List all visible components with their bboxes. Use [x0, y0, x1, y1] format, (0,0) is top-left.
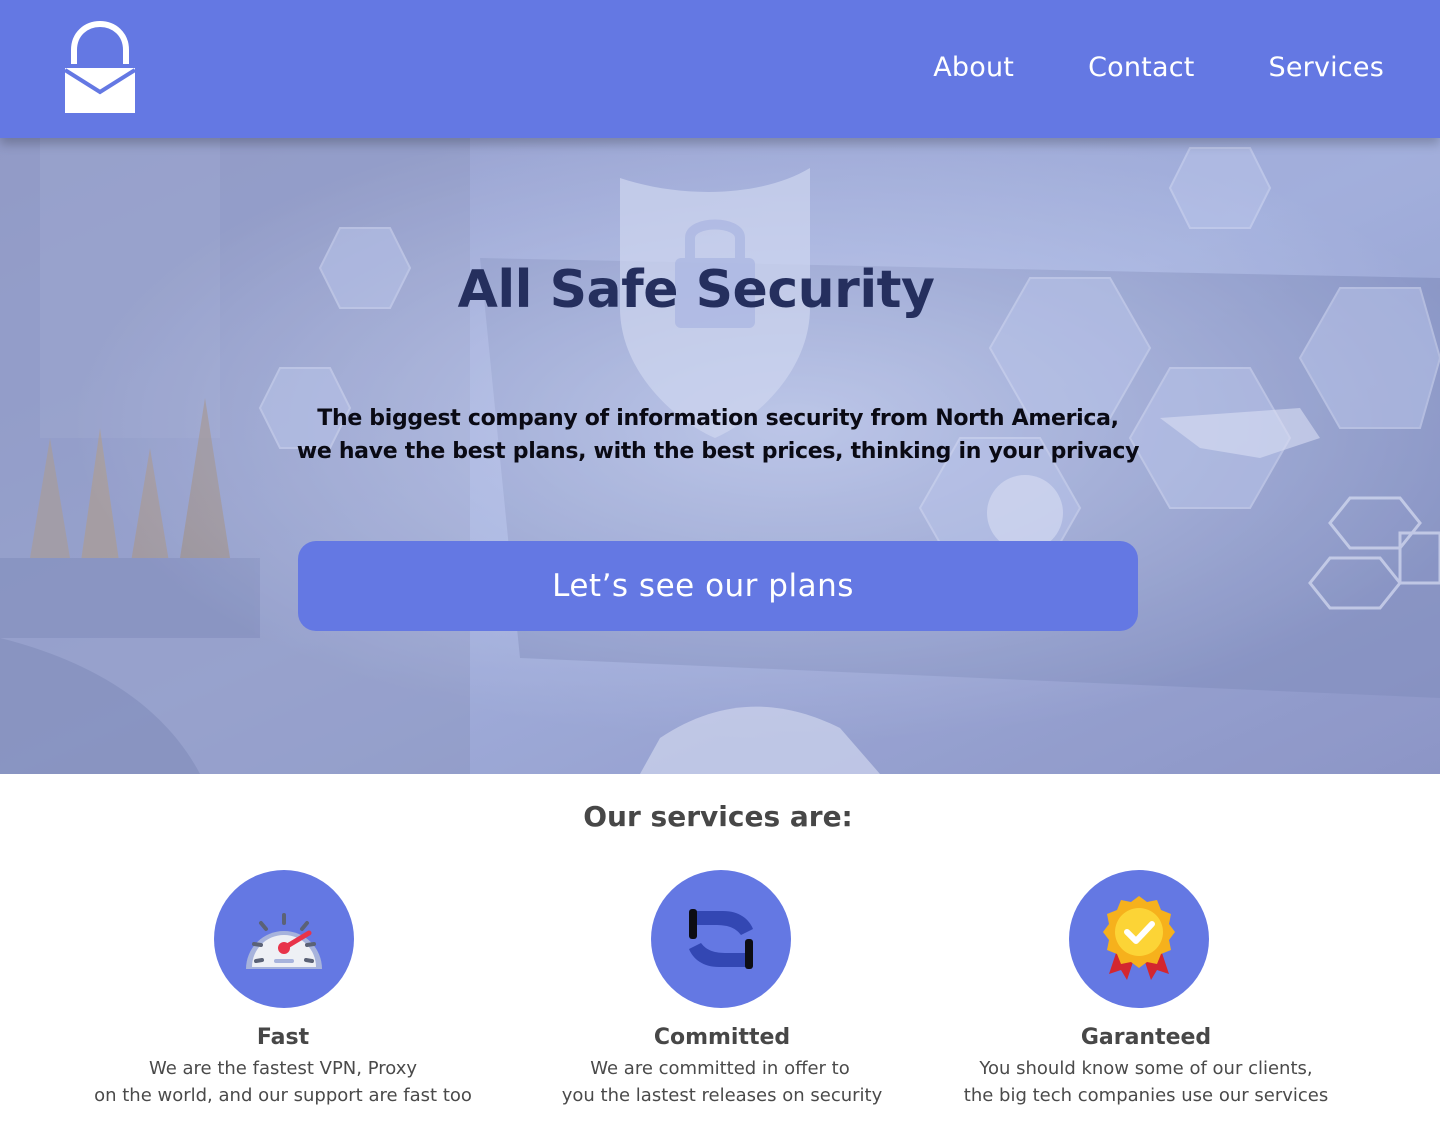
service-garanteed-desc-line2: the big tech companies use our services	[963, 1085, 1329, 1106]
main-nav: About Contact Services	[933, 50, 1384, 86]
nav-contact-link[interactable]: Contact	[1088, 50, 1194, 86]
see-plans-button[interactable]: Let’s see our plans	[298, 541, 1138, 631]
service-garanteed-name: Garanteed	[1080, 1025, 1212, 1050]
nav-about-link[interactable]: About	[933, 50, 1014, 86]
handshake-icon	[689, 909, 753, 969]
award-badge-icon	[1103, 896, 1175, 980]
nav-services-link[interactable]: Services	[1269, 50, 1384, 86]
service-fast-name: Fast	[256, 1025, 310, 1050]
hero-subtitle-line2: we have the best plans, with the best pr…	[296, 439, 1140, 464]
services-title: Our services are:	[583, 800, 853, 833]
service-committed-desc-line2: you the lastest releases on security	[561, 1085, 883, 1106]
hero-title: All Safe Security	[457, 260, 935, 320]
service-committed-desc-line1: We are committed in offer to	[590, 1058, 850, 1079]
service-fast-circle	[214, 870, 354, 1008]
service-committed-name: Committed	[653, 1025, 791, 1050]
service-garanteed-desc-line1: You should know some of our clients,	[979, 1058, 1313, 1079]
service-committed-circle	[651, 870, 791, 1008]
hero-subtitle-line1: The biggest company of information secur…	[317, 406, 1119, 431]
hero-section: All Safe Security The biggest company of…	[0, 138, 1440, 774]
lock-envelope-icon[interactable]	[62, 20, 138, 116]
service-fast-desc-line1: We are the fastest VPN, Proxy	[148, 1058, 418, 1079]
service-fast-desc-line2: on the world, and our support are fast t…	[94, 1085, 472, 1106]
speedometer-icon	[246, 913, 322, 969]
service-garanteed-circle	[1069, 870, 1209, 1008]
site-header: About Contact Services	[0, 0, 1440, 138]
